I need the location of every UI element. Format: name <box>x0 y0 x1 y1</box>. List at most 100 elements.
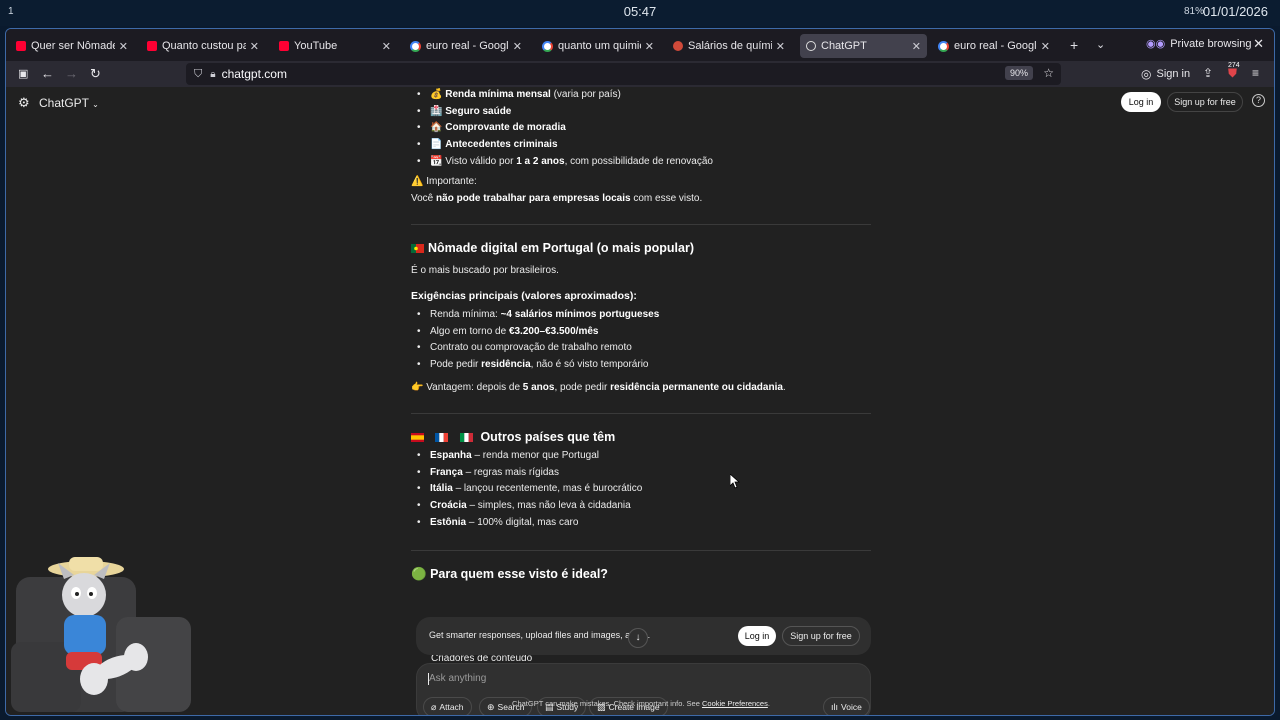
account-icon: ◎ <box>1141 67 1152 81</box>
banner-signup-button[interactable]: Sign up for free <box>782 626 860 646</box>
sign-in-label: Sign in <box>1156 68 1191 80</box>
signup-button[interactable]: Sign up for free <box>1167 92 1243 112</box>
tab-label: ChatGPT <box>821 40 867 52</box>
tab-2[interactable]: Quanto custou para ✕ <box>141 34 265 58</box>
list-item: França – regras mais rígidas <box>411 465 642 482</box>
portugal-flag-icon <box>411 244 424 253</box>
divider <box>411 550 871 551</box>
private-browsing-indicator: ◉◉ Private browsing <box>1146 37 1252 51</box>
new-tab-icon[interactable]: + <box>1070 37 1078 53</box>
section-heading-portugal: Nômade digital em Portugal (o mais popul… <box>411 241 694 255</box>
message-composer[interactable]: Ask anything ⌀ Attach ⊕ Search ▤ Study ▨ Cre… <box>416 663 871 715</box>
cookie-preferences-link[interactable]: Cookie Preferences <box>702 699 768 708</box>
close-tab-icon[interactable]: ✕ <box>1041 40 1050 53</box>
green-circle-icon: 🟢 <box>411 567 427 581</box>
scroll-down-arrow-icon[interactable]: ↓ <box>628 628 648 648</box>
divider <box>411 413 871 414</box>
list-item: 📆 Visto válido por 1 a 2 anos, com possi… <box>411 154 713 171</box>
tab-label: quanto um quimico <box>558 40 641 52</box>
navigation-bar: ▣ ← → ↻ ⛉ 🔒︎ chatgpt.com 90% ☆ ◎ Sign in… <box>6 61 1274 87</box>
tab-label: Quer ser Nômade D <box>31 40 115 52</box>
tab-strip: Quer ser Nômade D ✕ Quanto custou para ✕… <box>6 29 1274 61</box>
section-heading-others: Outros países que têm <box>411 430 615 444</box>
tab-list-chevron-icon[interactable]: ⌄ <box>1096 38 1105 51</box>
blocked-count-badge: 274 <box>1228 62 1240 69</box>
italy-flag-icon <box>459 433 473 442</box>
tab-1[interactable]: Quer ser Nômade D ✕ <box>10 34 134 58</box>
tab-3[interactable]: YouTube ✕ <box>273 34 397 58</box>
sign-in-button[interactable]: ◎ Sign in <box>1141 67 1190 81</box>
youtube-icon <box>147 41 157 51</box>
private-browsing-label: Private browsing <box>1170 37 1252 50</box>
tab-6[interactable]: Salários de químicos ✕ <box>667 34 791 58</box>
bookmark-star-icon[interactable]: ☆ <box>1043 66 1054 80</box>
list-item: Renda mínima: ~4 salários mínimos portug… <box>411 307 659 324</box>
tab-label: Quanto custou para <box>162 40 246 52</box>
site-icon <box>673 41 683 51</box>
system-top-bar: 1 05:47 81% 01/01/2026 <box>0 0 1280 26</box>
banner-login-button[interactable]: Log in <box>738 626 776 646</box>
requirements-list: 💰 Renda mínima mensal (varia por país) 🏥… <box>411 87 713 170</box>
close-tab-icon[interactable]: ✕ <box>119 40 128 53</box>
lock-icon[interactable]: 🔒︎ <box>210 69 215 80</box>
list-item: 📄 Antecedentes criminais <box>411 137 713 154</box>
address-bar[interactable]: ⛉ 🔒︎ chatgpt.com 90% ☆ <box>186 63 1061 85</box>
model-name: ChatGPT <box>39 96 89 110</box>
url-text[interactable]: chatgpt.com <box>222 67 287 81</box>
close-tab-icon[interactable]: ✕ <box>382 40 391 53</box>
spain-flag-icon <box>411 433 424 442</box>
tab-8[interactable]: euro real - Google Z ✕ <box>932 34 1056 58</box>
close-tab-icon[interactable]: ✕ <box>250 40 259 53</box>
browser-window: Quer ser Nômade D ✕ Quanto custou para ✕… <box>5 28 1275 716</box>
list-item: 🏥 Seguro saúde <box>411 104 713 121</box>
list-item: 💰 Renda mínima mensal (varia por país) <box>411 87 713 104</box>
list-item: Itália – lançou recentemente, mas é buro… <box>411 481 642 498</box>
close-tab-icon[interactable]: ✕ <box>912 40 921 53</box>
youtube-icon <box>16 41 26 51</box>
cat-mascot-sticker-icon <box>11 557 191 712</box>
sidebar-toggle-icon[interactable]: ▣ <box>18 67 28 80</box>
chatgpt-page: ⚙ ChatGPT ⌄ Log in Sign up for free ? 💰 … <box>6 87 1274 715</box>
extensions-icon[interactable]: ⇪ <box>1203 66 1213 80</box>
divider <box>411 224 871 225</box>
close-tab-icon[interactable]: ✕ <box>645 40 654 53</box>
tab-7-active[interactable]: ChatGPT ✕ <box>800 34 927 58</box>
tab-5[interactable]: quanto um quimico ✕ <box>536 34 660 58</box>
list-item: Croácia – simples, mas não leva à cidada… <box>411 498 642 515</box>
tab-4[interactable]: euro real - Google Z ✕ <box>404 34 528 58</box>
battery-level: 81% <box>1183 6 1204 17</box>
login-button[interactable]: Log in <box>1121 92 1161 112</box>
shield-icon[interactable]: ⛉ <box>194 68 202 81</box>
model-selector[interactable]: ChatGPT ⌄ <box>39 96 99 110</box>
advantage-text: 👉 Vantagem: depois de 5 anos, pode pedir… <box>411 382 786 393</box>
chatgpt-logo-icon: ⚙ <box>18 95 30 110</box>
google-icon <box>542 40 553 52</box>
section-heading-ideal: 🟢 Para quem esse visto é ideal? <box>411 567 608 581</box>
banner-text: Get smarter responses, upload files and … <box>429 630 650 640</box>
disclaimer-footer: ChatGPT can make mistakes. Check importa… <box>512 699 770 708</box>
tab-label: euro real - Google Z <box>954 40 1037 52</box>
list-item: Contrato ou comprovação de trabalho remo… <box>411 340 659 357</box>
list-item: Algo em torno de €3.200–€3.500/mês <box>411 324 659 341</box>
list-item: Estônia – 100% digital, mas caro <box>411 515 642 532</box>
close-tab-icon[interactable]: ✕ <box>776 40 785 53</box>
portugal-requirements-list: Renda mínima: ~4 salários mínimos portug… <box>411 307 659 374</box>
google-icon <box>938 40 949 52</box>
youtube-icon <box>279 41 289 51</box>
tab-label: Salários de químicos <box>688 40 772 52</box>
prompt-input[interactable]: Ask anything <box>429 673 486 684</box>
chatgpt-icon <box>806 41 816 51</box>
close-tab-icon[interactable]: ✕ <box>513 40 522 53</box>
list-item: Espanha – renda menor que Portugal <box>411 448 642 465</box>
requirements-subheading: Exigências principais (valores aproximad… <box>411 290 637 302</box>
menu-hamburger-icon[interactable]: ≡ <box>1252 66 1259 80</box>
forward-arrow-icon[interactable]: → <box>65 66 78 81</box>
list-item: 🏠 Comprovante de moradia <box>411 120 713 137</box>
help-icon[interactable]: ? <box>1252 94 1265 107</box>
zoom-level[interactable]: 90% <box>1004 66 1033 80</box>
google-icon <box>410 40 421 52</box>
back-arrow-icon[interactable]: ← <box>41 66 54 81</box>
section-intro: É o mais buscado por brasileiros. <box>411 265 559 276</box>
reload-icon[interactable]: ↻ <box>90 66 101 82</box>
window-close-icon[interactable]: ✕ <box>1253 36 1264 52</box>
